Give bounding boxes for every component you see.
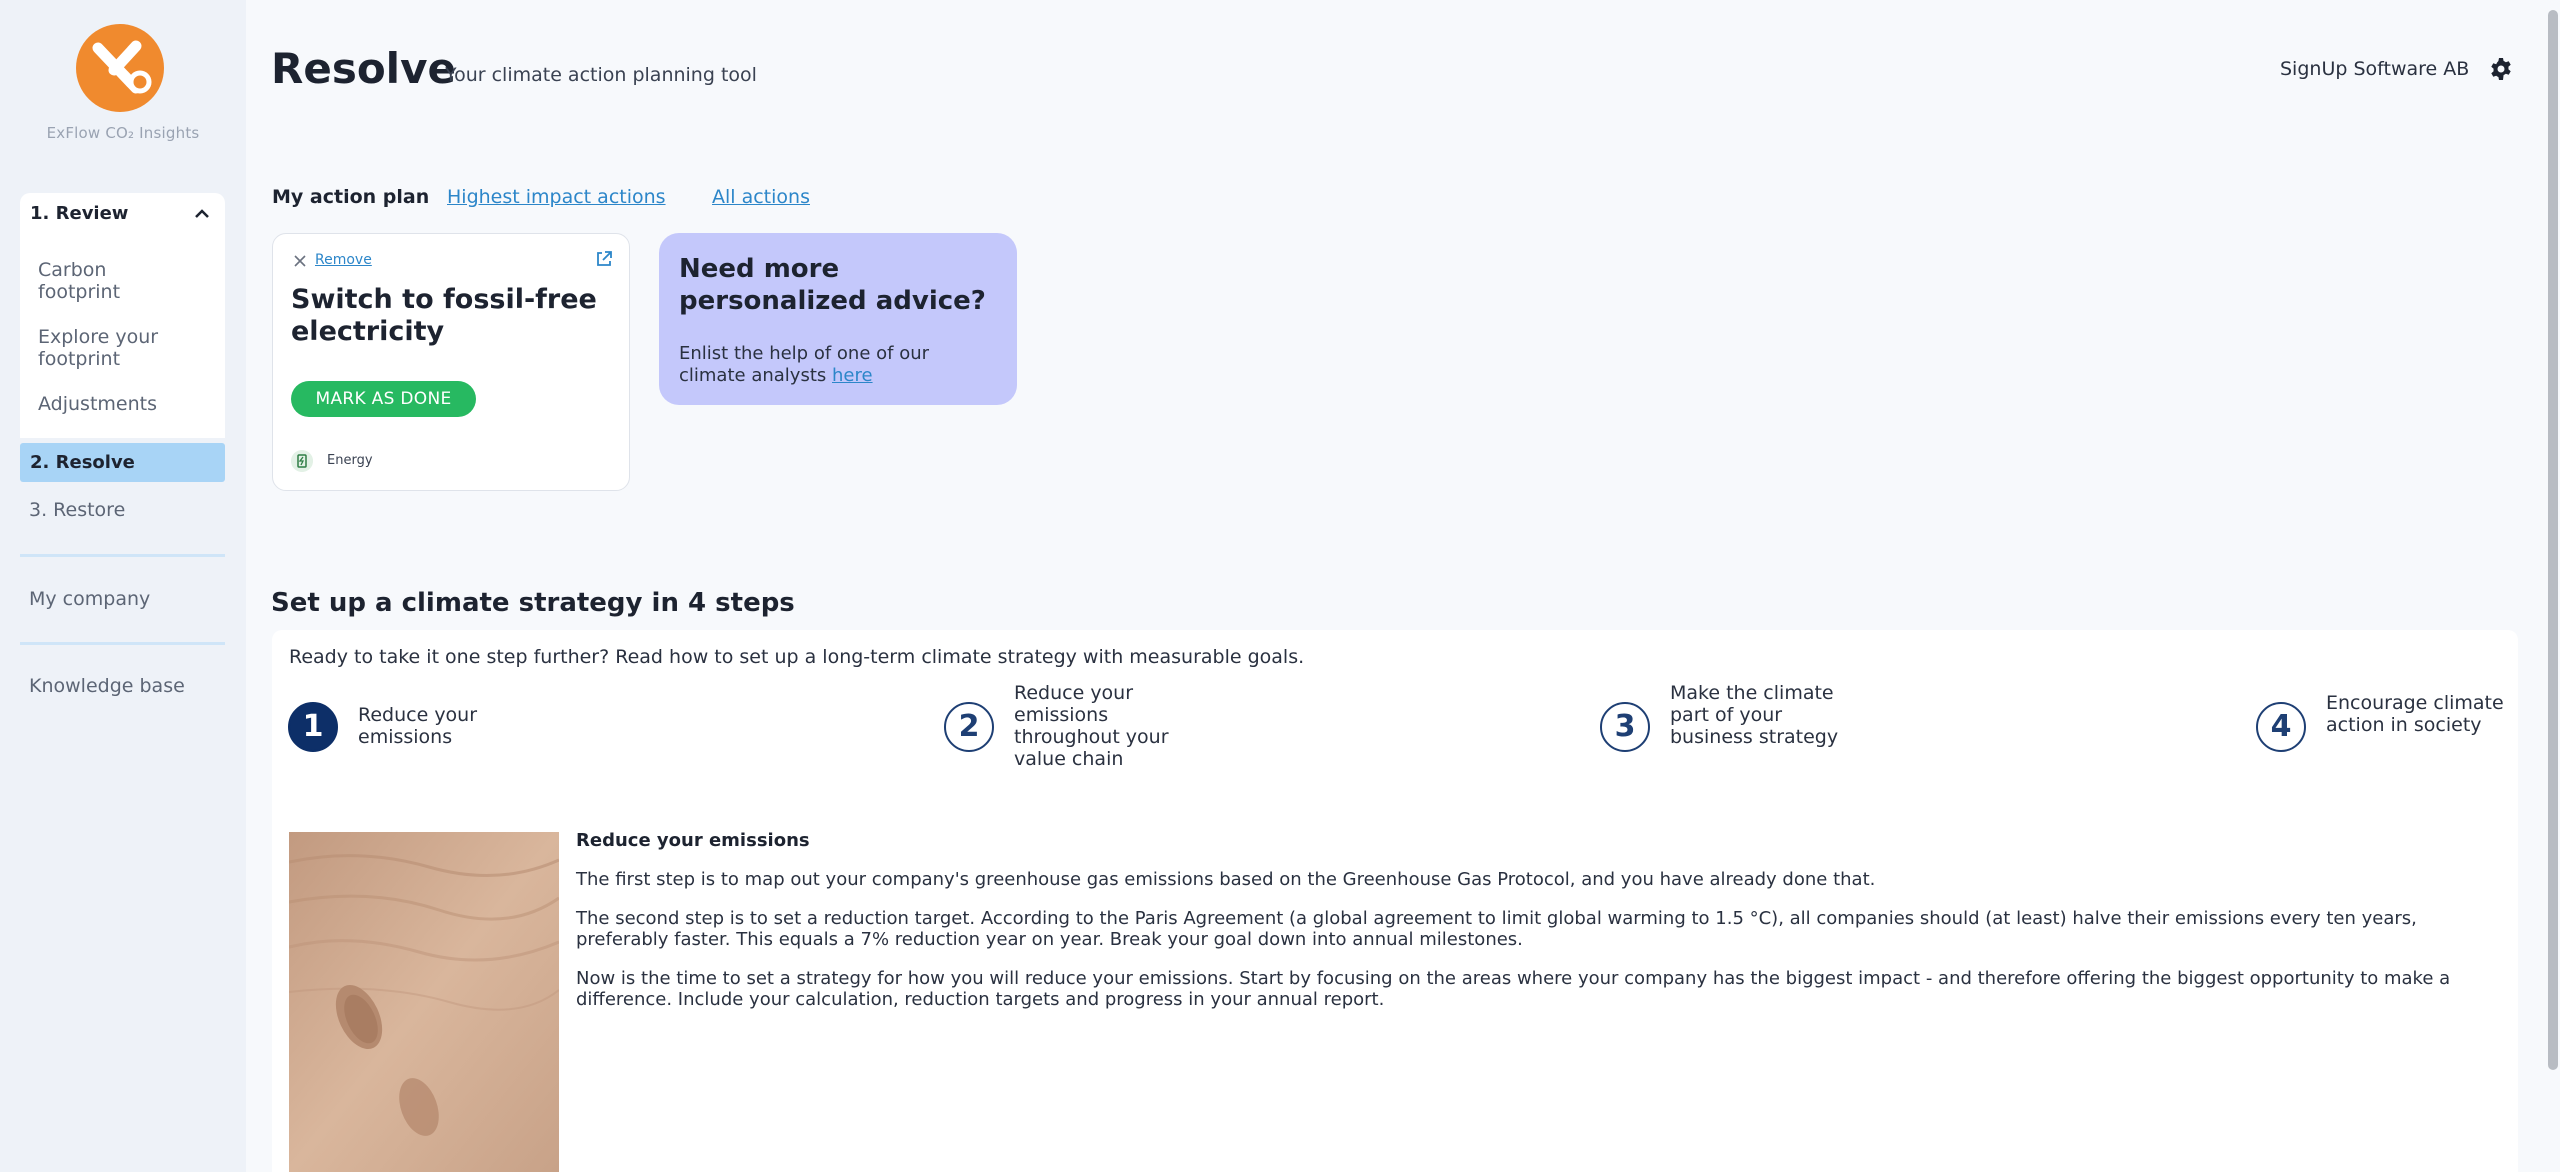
nav-explore-footprint[interactable]: Explore your footprint: [38, 326, 188, 370]
step-number: 3: [1600, 702, 1650, 752]
step-label: Reduce your emissions throughout your va…: [1014, 682, 1169, 770]
nav-restore[interactable]: 3. Restore: [29, 499, 125, 521]
page-subtitle: Your climate action planning tool: [445, 64, 757, 86]
sidebar: ExFlow CO₂ Insights 1. Review Carbon foo…: [0, 0, 246, 1172]
footprint-sand-image: [289, 832, 559, 1172]
external-link-icon[interactable]: [595, 250, 613, 268]
divider: [20, 642, 225, 645]
step-label: Encourage climate action in society: [2326, 692, 2504, 736]
advice-title: Need more personalized advice?: [679, 254, 986, 316]
nav-adjustments[interactable]: Adjustments: [38, 393, 157, 415]
nav-resolve[interactable]: 2. Resolve: [20, 443, 225, 482]
detail-paragraph: The first step is to map out your compan…: [576, 869, 1876, 890]
strategy-intro: Ready to take it one step further? Read …: [289, 646, 1305, 668]
exflow-logo[interactable]: [74, 22, 166, 114]
brand-name: ExFlow CO₂ Insights: [46, 124, 200, 142]
detail-paragraph: Now is the time to set a strategy for ho…: [576, 968, 2451, 1010]
action-title: Switch to fossil-free electricity: [291, 284, 597, 347]
divider: [20, 554, 225, 557]
step-detail: Reduce your emissions The first step is …: [576, 830, 2506, 1028]
remove-link[interactable]: Remove: [315, 252, 372, 268]
advice-description: Enlist the help of one of our climate an…: [679, 343, 930, 386]
nav-knowledge-base[interactable]: Knowledge base: [29, 675, 185, 697]
nav-resolve-label: 2. Resolve: [30, 452, 135, 473]
scrollbar[interactable]: [2548, 10, 2558, 1070]
step-number: 4: [2256, 702, 2306, 752]
detail-heading: Reduce your emissions: [576, 830, 810, 851]
close-icon[interactable]: [293, 254, 307, 268]
advice-here-link[interactable]: here: [832, 365, 873, 386]
step-label: Reduce your emissions: [358, 704, 478, 748]
company-name[interactable]: SignUp Software AB: [2280, 58, 2469, 80]
advice-text: Enlist the help of one of our climate an…: [679, 343, 999, 387]
gear-icon[interactable]: [2489, 57, 2513, 81]
tab-all-actions[interactable]: All actions: [712, 186, 810, 208]
category-label: Energy: [327, 453, 373, 468]
mark-as-done-button[interactable]: MARK AS DONE: [291, 381, 476, 417]
page-title: Resolve: [271, 44, 456, 93]
tab-highest-impact[interactable]: Highest impact actions: [447, 186, 666, 208]
nav-my-company[interactable]: My company: [29, 588, 150, 610]
step-number: 1: [288, 702, 338, 752]
strategy-panel: Ready to take it one step further? Read …: [272, 630, 2518, 1172]
action-card: Remove Switch to fossil-free electricity…: [272, 233, 630, 491]
advice-card: Need more personalized advice? Enlist th…: [659, 233, 1017, 405]
nav-review[interactable]: 1. Review: [30, 203, 128, 224]
detail-paragraph: The second step is to set a reduction ta…: [576, 908, 2417, 950]
energy-icon: [291, 450, 313, 472]
chevron-up-icon[interactable]: [193, 205, 211, 223]
step-number: 2: [944, 702, 994, 752]
strategy-title: Set up a climate strategy in 4 steps: [271, 588, 795, 618]
step-label: Make the climate part of your business s…: [1670, 682, 1839, 748]
nav-carbon-footprint[interactable]: Carbon footprint: [38, 259, 188, 303]
review-section: 1. Review Carbon footprint Explore your …: [20, 193, 225, 438]
tab-my-action-plan[interactable]: My action plan: [272, 186, 429, 208]
